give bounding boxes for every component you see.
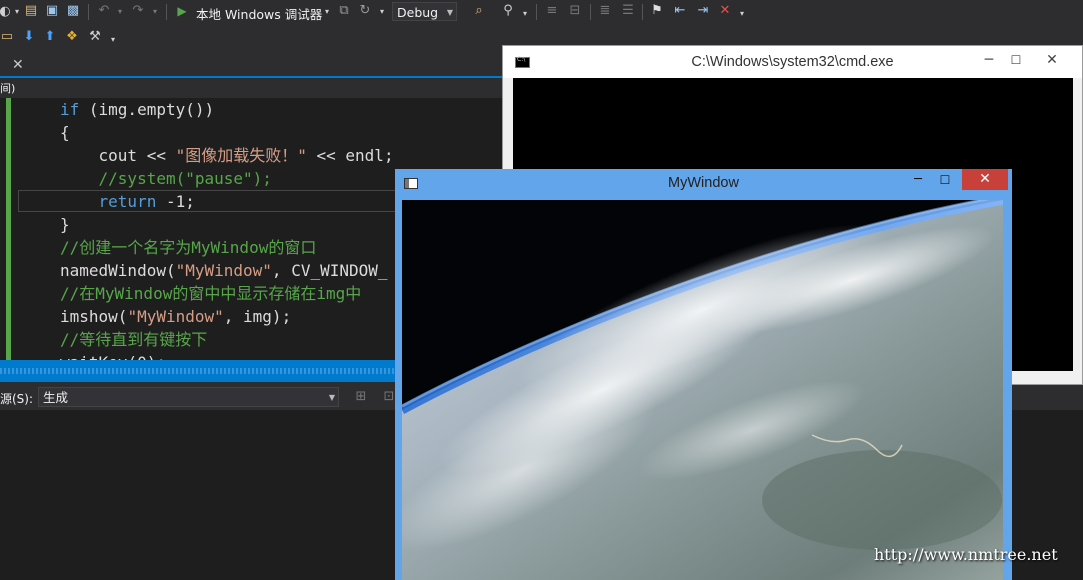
maximize-icon[interactable]: ☐ — [932, 170, 958, 190]
debugger-dropdown-icon[interactable]: ▾ — [320, 5, 334, 19]
chevron-down-icon: ▼ — [446, 8, 453, 17]
output-source-label: 源(S): — [0, 392, 34, 406]
toolbar-separator — [590, 4, 591, 20]
scope-dropdown-text: 间) — [0, 82, 16, 95]
next-bookmark-icon[interactable]: ⇥ — [696, 4, 710, 18]
main-toolbar: ◐ ▾ ▤ ▣ ▩ ↶ ▾ ↷ ▾ ▶ 本地 Windows 调试器 ▾ ⧉ ↻… — [0, 0, 1083, 24]
bookmark-icon[interactable]: ⚑ — [650, 4, 664, 18]
editor-tab-strip — [0, 54, 505, 76]
search-icon[interactable]: ⚲ — [501, 4, 515, 18]
attach-icon[interactable]: ⧉ — [337, 4, 351, 18]
code-token: //在MyWindow的窗中中显示存储在img中 — [60, 284, 362, 303]
code-token: "MyWindow" — [127, 307, 224, 326]
toolbar-separator — [166, 4, 167, 20]
close-icon[interactable]: ✕ — [1037, 48, 1067, 72]
search-dropdown-icon[interactable]: ▾ — [518, 7, 532, 21]
output-panel-titlebar[interactable] — [0, 360, 400, 382]
code-token: "MyWindow" — [175, 261, 272, 280]
format-icon[interactable]: ≡ — [545, 4, 559, 18]
clear-all-icon[interactable]: ⊡ — [382, 390, 396, 404]
code-token: //system("pause"); — [60, 169, 272, 188]
class-view-icon[interactable]: ❖ — [65, 30, 79, 44]
uncomment-icon[interactable]: ☰ — [621, 4, 635, 18]
redo-dropdown-icon[interactable]: ▾ — [148, 5, 162, 19]
local-debugger-button[interactable]: 本地 Windows 调试器 — [196, 4, 322, 23]
close-icon[interactable]: ✕ — [962, 169, 1008, 190]
undo-dropdown-icon[interactable]: ▾ — [113, 5, 127, 19]
arrow-down-icon[interactable]: ⬇ — [22, 30, 36, 44]
tools-icon[interactable]: ⚒ — [88, 30, 102, 44]
code-line[interactable]: namedWindow("MyWindow", CV_WINDOW_ — [60, 259, 388, 282]
folder-icon[interactable]: ▭ — [0, 30, 14, 44]
code-token: cout << — [60, 146, 176, 165]
code-token: if — [60, 100, 80, 119]
undo-icon[interactable]: ↶ — [97, 4, 111, 18]
code-line[interactable]: } — [60, 213, 70, 236]
code-token: namedWindow( — [60, 261, 176, 280]
code-line[interactable]: imshow("MyWindow", img); — [60, 305, 291, 328]
toolbar-separator — [536, 4, 537, 20]
code-line[interactable]: //system("pause"); — [60, 167, 272, 190]
open-folder-icon[interactable]: ▤ — [24, 4, 38, 18]
refresh-dropdown-icon[interactable]: ▾ — [375, 5, 389, 19]
code-token: , CV_WINDOW_ — [271, 261, 388, 280]
close-tab-icon[interactable]: ✕ — [12, 57, 24, 73]
output-source-select[interactable]: 生成 ▼ — [38, 387, 339, 407]
code-token: //等待直到有键按下 — [60, 330, 208, 349]
code-line[interactable]: waitKey(0); — [60, 351, 166, 360]
code-token: (img.empty()) — [79, 100, 215, 119]
code-line[interactable]: cout << "图像加载失败！" << endl; — [60, 144, 394, 167]
earth-from-space-picture — [402, 200, 1003, 580]
output-source-value: 生成 — [43, 390, 69, 405]
drag-grip[interactable] — [0, 368, 400, 374]
tools-dropdown-icon[interactable]: ▾ — [106, 33, 120, 47]
code-token: waitKey(0); — [60, 353, 166, 360]
code-line[interactable]: { — [60, 121, 70, 144]
toolbar-separator — [88, 4, 89, 20]
arrow-up-icon[interactable]: ⬆ — [43, 30, 57, 44]
code-token: imshow( — [60, 307, 128, 326]
prev-bookmark-icon[interactable]: ⇤ — [673, 4, 687, 18]
find-in-files-icon[interactable]: ⌕ — [472, 4, 486, 18]
save-icon[interactable]: ▣ — [45, 4, 59, 18]
start-debug-icon[interactable]: ▶ — [175, 4, 189, 18]
refresh-icon[interactable]: ↻ — [358, 4, 372, 18]
configuration-value: Debug — [397, 5, 439, 20]
toolbar-separator — [642, 4, 643, 20]
change-tracking-margin — [6, 98, 11, 360]
maximize-icon[interactable]: ☐ — [1001, 48, 1031, 72]
comment-icon[interactable]: ≣ — [598, 4, 612, 18]
code-token: //创建一个名字为MyWindow的窗口 — [60, 238, 317, 257]
align-icon[interactable]: ⊟ — [568, 4, 582, 18]
find-message-icon[interactable]: ⊞ — [354, 390, 368, 404]
dropdown-arrow-icon[interactable]: ▾ — [10, 5, 24, 19]
mywindow-window[interactable]: MyWindow ─ ☐ ✕ — [395, 169, 1012, 580]
cmd-titlebar[interactable]: C:\Windows\system32\cmd.exe ─ ☐ ✕ — [503, 46, 1082, 78]
redo-icon[interactable]: ↷ — [131, 4, 145, 18]
navigation-bar[interactable]: 间) — [0, 78, 505, 99]
code-token: } — [60, 215, 70, 234]
code-token: "图像加载失败！" — [175, 146, 307, 165]
clear-bookmarks-icon[interactable]: ✕ — [718, 4, 732, 18]
chevron-down-icon: ▼ — [328, 393, 335, 402]
minimize-icon[interactable]: ─ — [905, 170, 931, 190]
minimize-icon[interactable]: ─ — [974, 48, 1004, 72]
code-token: { — [60, 123, 70, 142]
code-line[interactable]: //在MyWindow的窗中中显示存储在img中 — [60, 282, 361, 305]
bookmark-dropdown-icon[interactable]: ▾ — [735, 7, 749, 21]
code-token: << endl; — [306, 146, 394, 165]
code-line[interactable]: //创建一个名字为MyWindow的窗口 — [60, 236, 316, 259]
code-line[interactable]: //等待直到有键按下 — [60, 328, 207, 351]
code-token: , img); — [223, 307, 292, 326]
earth-image — [402, 200, 1003, 580]
watermark-text: http://www.nmtree.net — [874, 545, 1058, 564]
save-all-icon[interactable]: ▩ — [66, 4, 80, 18]
code-line[interactable]: if (img.empty()) — [60, 98, 214, 121]
configuration-select[interactable]: Debug ▼ — [392, 2, 457, 21]
